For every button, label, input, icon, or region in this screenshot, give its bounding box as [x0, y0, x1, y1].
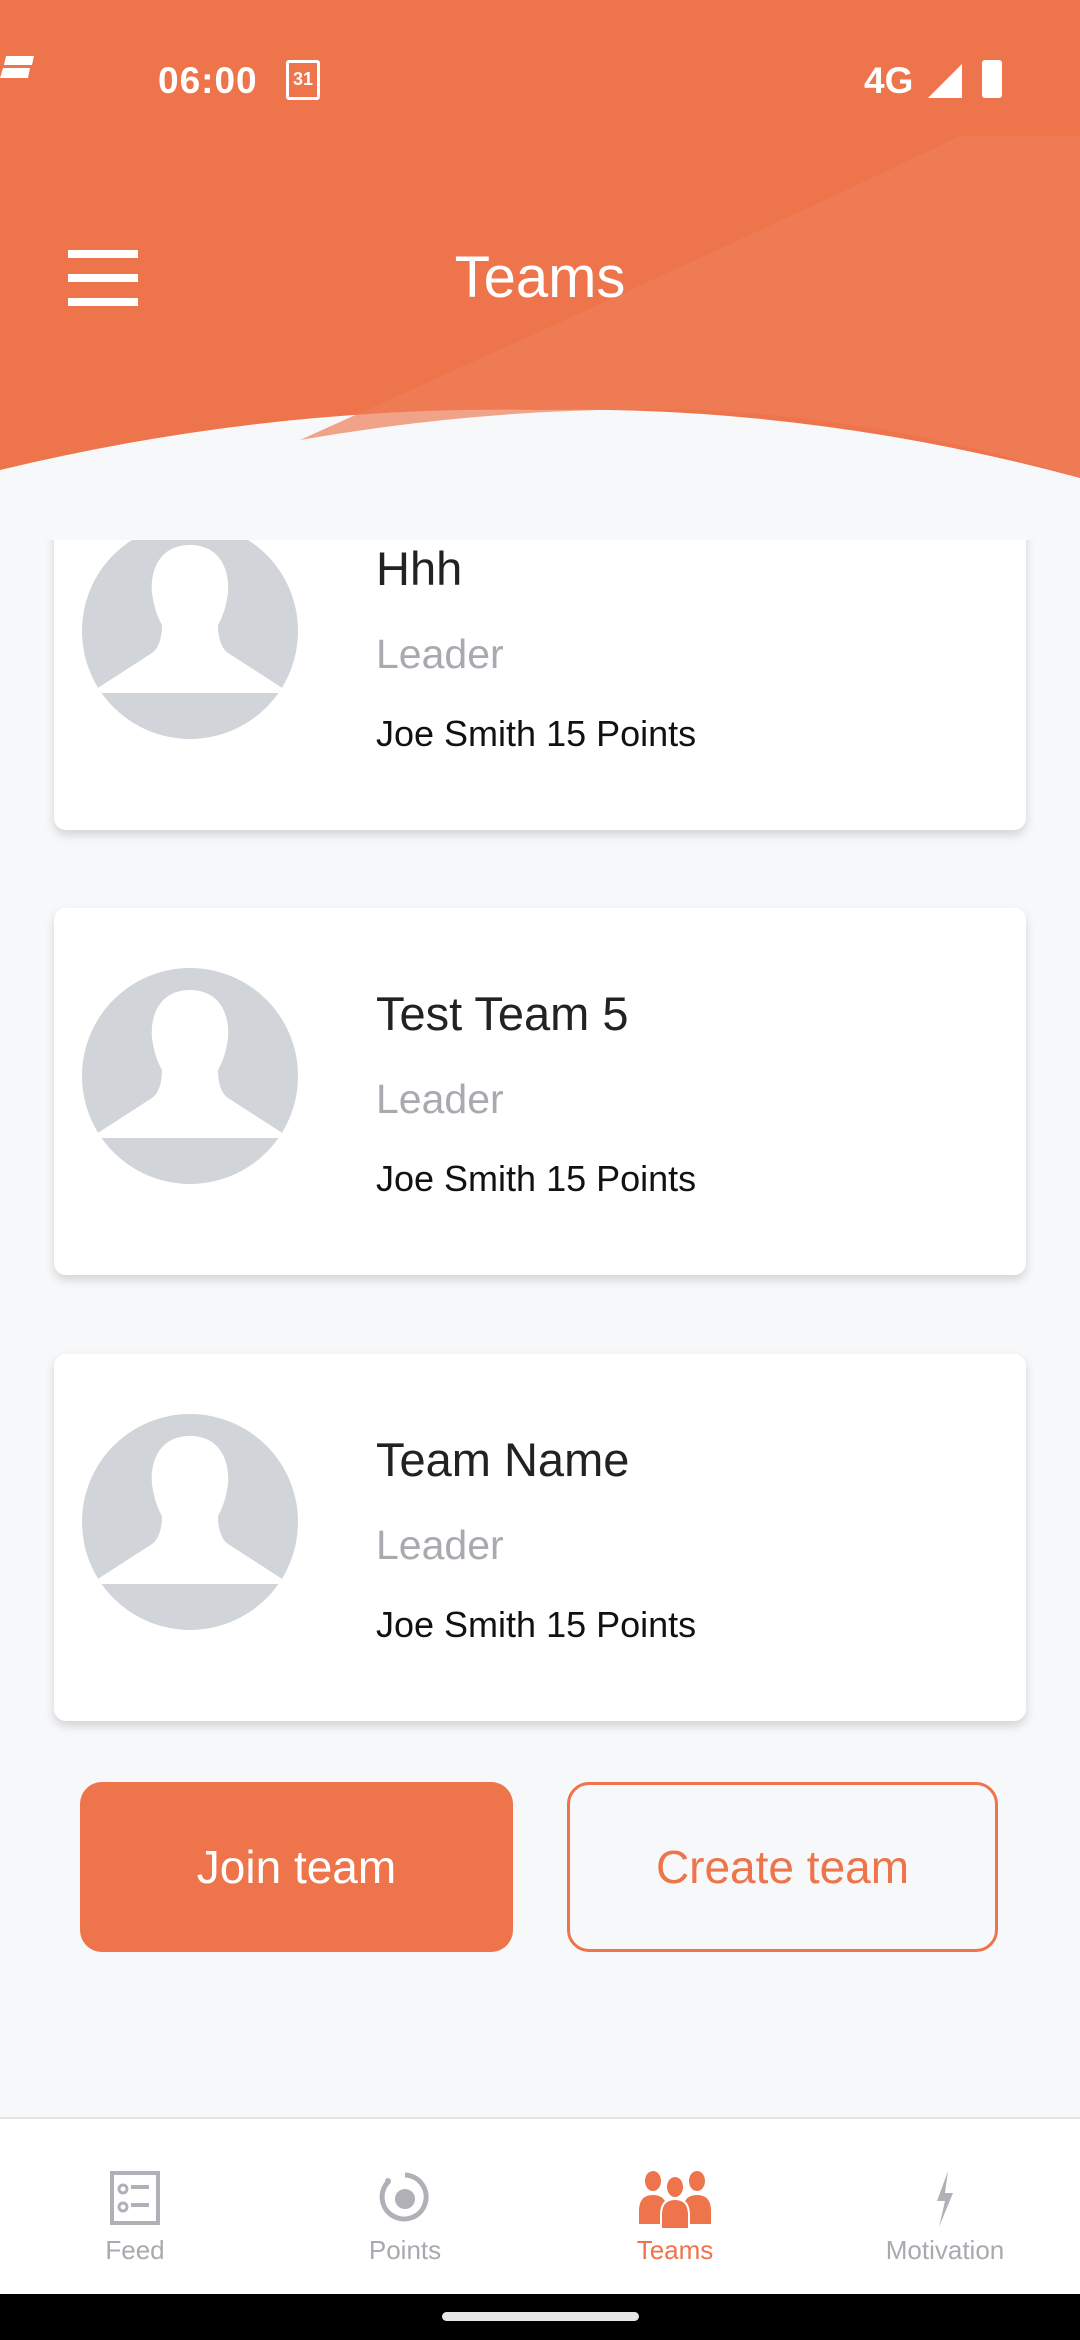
battery-icon [982, 60, 1002, 98]
signal-icon [928, 64, 962, 98]
nav-item-feed[interactable]: Feed [0, 2119, 270, 2296]
nav-item-teams[interactable]: Teams [540, 2119, 810, 2296]
nav-item-motivation[interactable]: Motivation [810, 2119, 1080, 2296]
lightning-icon [937, 2171, 953, 2227]
bottom-navigation: Feed Points Teams Motivation [0, 2117, 1080, 2294]
status-bar: 06:00 31 4G [0, 56, 1080, 108]
team-role: Leader [376, 631, 504, 677]
team-leader-points: Joe Smith 15 Points [376, 1158, 697, 1199]
team-leader-points: Joe Smith 15 Points [376, 713, 697, 754]
nav-label: Feed [105, 2235, 165, 2265]
teams-icon [639, 2171, 711, 2229]
app-notification-icon [0, 56, 34, 78]
team-name: Test Team 5 [376, 987, 629, 1040]
page-title: Teams [454, 245, 626, 310]
team-card[interactable]: Test Team 5 Leader Joe Smith 15 Points [54, 908, 1026, 1275]
system-navigation-bar [0, 2294, 1080, 2340]
avatar [82, 1414, 298, 1630]
nav-label: Points [368, 2235, 442, 2265]
network-type: 4G [864, 60, 914, 101]
nav-label: Motivation [885, 2235, 1005, 2265]
team-name: Hhh [376, 542, 463, 595]
nav-item-points[interactable]: Points [270, 2119, 540, 2296]
avatar [82, 540, 298, 739]
team-card[interactable]: Team Name Leader Joe Smith 15 Points [54, 1354, 1026, 1721]
feed-icon [110, 2171, 160, 2225]
team-role: Leader [376, 1076, 504, 1122]
app-header: 06:00 31 4G Teams [0, 0, 1080, 540]
team-leader-points: Joe Smith 15 Points [376, 1604, 697, 1645]
team-name: Team Name [376, 1433, 630, 1486]
team-card[interactable]: Hhh Leader Joe Smith 15 Points [54, 540, 1026, 830]
points-icon [379, 2172, 429, 2222]
avatar [82, 968, 298, 1184]
create-team-button[interactable]: Create team [567, 1782, 998, 1952]
team-role: Leader [376, 1522, 504, 1568]
calendar-icon: 31 [286, 60, 320, 100]
status-time: 06:00 [158, 60, 258, 101]
join-team-button[interactable]: Join team [80, 1782, 513, 1952]
home-handle[interactable] [442, 2312, 639, 2321]
nav-label: Teams [636, 2235, 714, 2265]
